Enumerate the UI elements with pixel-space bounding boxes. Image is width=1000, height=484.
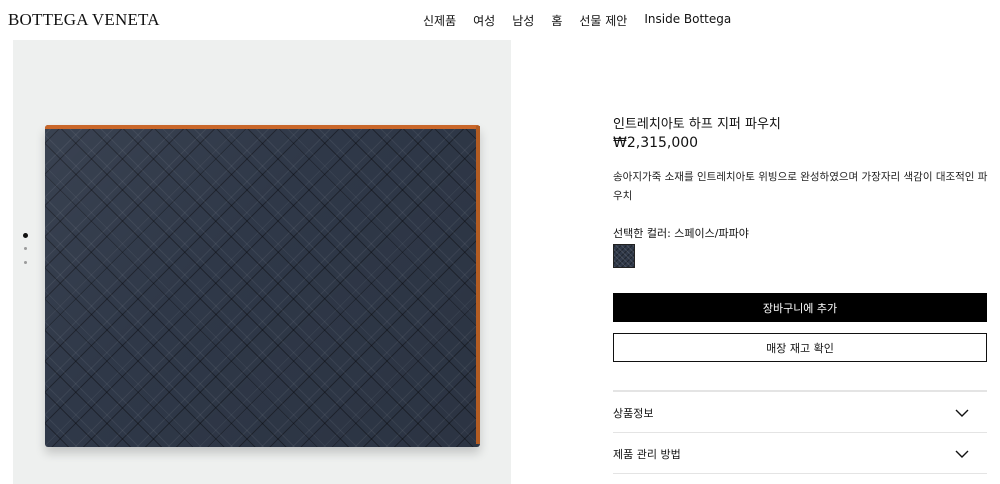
product-description: 송아지가죽 소재를 인트레치아토 위빙으로 완성하였으며 가장자리 색감이 대조… [613,171,988,202]
check-store-stock-button[interactable]: 매장 재고 확인 [613,333,987,362]
product-image-gallery[interactable] [13,40,511,484]
gallery-pagination [22,233,28,275]
nav-item-home[interactable]: 홈 [551,12,562,29]
accordion-divider [613,390,987,392]
nav-item-women[interactable]: 여성 [473,12,495,29]
pouch-side-edge [476,126,480,444]
product-title: 인트레치아토 하프 지퍼 파우치 [613,117,781,132]
gallery-dot-2[interactable] [23,247,27,250]
add-to-cart-button[interactable]: 장바구니에 추가 [613,293,987,322]
accordion-label: 제품 관리 방법 [613,447,681,461]
accordion-product-info[interactable]: 상품정보 [613,393,987,433]
chevron-down-icon [955,450,969,458]
accordion-care-instructions[interactable]: 제품 관리 방법 [613,434,987,474]
selected-color-label: 선택한 컬러: 스페이스/파파야 [613,227,749,240]
nav-item-inside-bottega[interactable]: Inside Bottega [644,12,731,29]
product-price: ₩2,315,000 [613,135,699,151]
product-image-pouch [45,125,480,447]
gallery-dot-1[interactable] [22,233,28,238]
nav-item-men[interactable]: 남성 [512,12,534,29]
accordion-label: 상품정보 [613,406,654,420]
nav-item-gifts[interactable]: 선물 제안 [579,12,627,29]
gallery-dot-3[interactable] [23,261,27,264]
main-nav: 신제품 여성 남성 홈 선물 제안 Inside Bottega [423,12,731,29]
color-swatch-space-papaya[interactable] [613,244,635,268]
brand-logo[interactable]: BOTTEGA VENETA [8,10,160,30]
chevron-down-icon [955,409,969,417]
site-header: BOTTEGA VENETA 신제품 여성 남성 홈 선물 제안 Inside … [0,0,1000,40]
nav-item-new[interactable]: 신제품 [423,12,456,29]
pouch-zipper-edge [45,125,480,129]
